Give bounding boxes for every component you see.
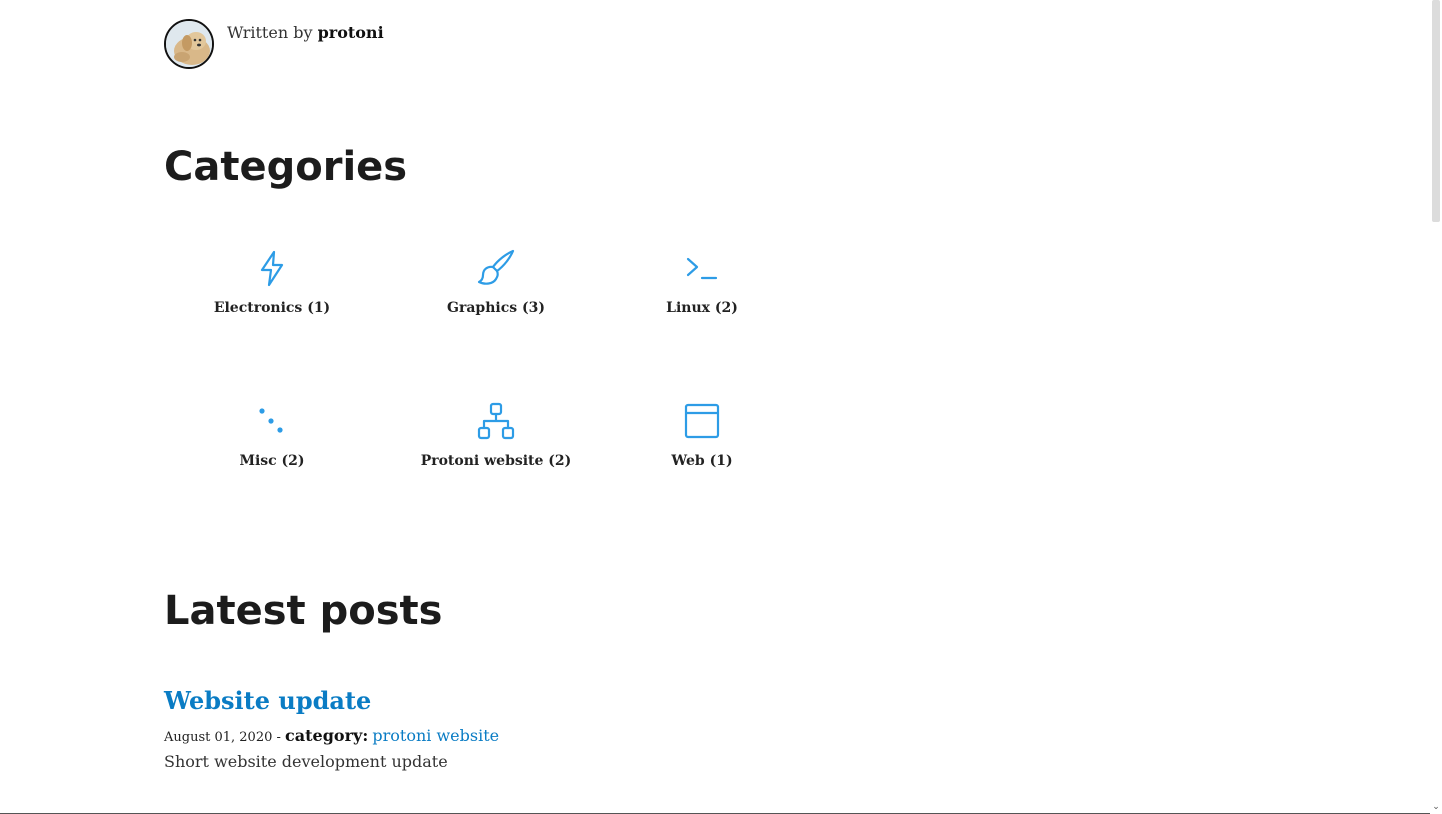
author-line: Written by protoni: [164, 19, 384, 69]
post-category-link[interactable]: protoni website: [372, 726, 499, 745]
category-label[interactable]: Electronics (1): [172, 300, 372, 316]
dog-avatar-icon: [166, 21, 212, 67]
browser-window-icon: [684, 403, 720, 439]
category-misc[interactable]: Misc (2): [172, 401, 372, 469]
paint-brush-icon: [477, 249, 515, 285]
category-electronics[interactable]: Electronics (1): [172, 248, 372, 316]
scrollbar-thumb[interactable]: [1432, 0, 1440, 222]
category-web[interactable]: Web (1): [602, 401, 802, 469]
author-name[interactable]: protoni: [318, 23, 384, 42]
category-label[interactable]: Protoni website (2): [396, 453, 596, 469]
post-summary: Short website development update: [164, 752, 448, 771]
post-category-key: category:: [285, 726, 369, 745]
post-meta-separator: -: [272, 730, 286, 745]
category-protoni-website[interactable]: Protoni website (2): [396, 401, 596, 469]
category-label[interactable]: Web (1): [602, 453, 802, 469]
page: Written by protoni Categories Electronic…: [0, 0, 1442, 814]
terminal-prompt-icon: [686, 257, 718, 280]
category-label[interactable]: Graphics (3): [396, 300, 596, 316]
category-label[interactable]: Misc (2): [172, 453, 372, 469]
vertical-scrollbar[interactable]: ⌄: [1430, 0, 1442, 814]
avatar: [164, 19, 214, 69]
author-text: Written by protoni: [227, 23, 384, 42]
sitemap-icon: [477, 402, 515, 440]
category-linux[interactable]: Linux (2): [602, 248, 802, 316]
categories-heading: Categories: [164, 144, 408, 190]
post-meta: August 01, 2020 - category: protoni webs…: [164, 726, 499, 745]
category-graphics[interactable]: Graphics (3): [396, 248, 596, 316]
category-label[interactable]: Linux (2): [602, 300, 802, 316]
author-prefix: Written by: [227, 23, 318, 42]
post-title-link[interactable]: Website update: [164, 686, 499, 715]
scroll-down-arrow-icon[interactable]: ⌄: [1431, 802, 1441, 812]
lightning-bolt-icon: [260, 250, 284, 287]
post-date: August 01, 2020: [164, 730, 273, 745]
dots-icon: [259, 408, 283, 433]
latest-posts-heading: Latest posts: [164, 588, 443, 634]
post-item: Website update August 01, 2020 - categor…: [164, 686, 499, 771]
